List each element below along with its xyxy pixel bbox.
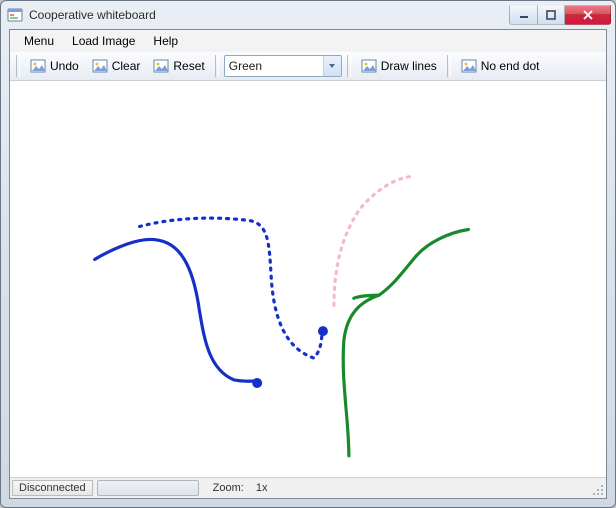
- end-dot: [252, 378, 262, 388]
- end-dot-label: No end dot: [481, 59, 540, 73]
- zoom-label: Zoom:: [213, 482, 244, 494]
- menu-menu[interactable]: Menu: [16, 32, 62, 50]
- connection-status: Disconnected: [12, 480, 93, 496]
- resize-grip-icon: [590, 482, 604, 496]
- menubar: Menu Load Image Help: [10, 30, 606, 52]
- toolbar-separator: [16, 55, 20, 77]
- maximize-button[interactable]: [537, 5, 565, 25]
- end-dot-button[interactable]: No end dot: [456, 55, 545, 77]
- maximize-icon: [546, 10, 556, 20]
- chevron-down-icon: [328, 62, 336, 70]
- image-icon: [30, 58, 46, 74]
- toolbar: Undo Clear Reset Green: [10, 52, 606, 81]
- close-icon: [582, 10, 594, 20]
- color-select-value: Green: [225, 59, 323, 73]
- minimize-button[interactable]: [509, 5, 537, 25]
- color-select-button[interactable]: [323, 56, 341, 76]
- whiteboard-canvas[interactable]: [10, 81, 606, 478]
- statusbar: Disconnected Zoom: 1x: [10, 477, 606, 498]
- minimize-icon: [519, 10, 529, 20]
- clear-label: Clear: [112, 59, 141, 73]
- client-area: Menu Load Image Help Undo Clear: [9, 29, 607, 499]
- stroke: [379, 229, 469, 295]
- progress-bar: [97, 480, 199, 496]
- toolbar-separator: [447, 55, 451, 77]
- toolbar-separator: [347, 55, 351, 77]
- close-button[interactable]: [565, 5, 611, 25]
- stroke: [95, 239, 255, 381]
- titlebar[interactable]: Cooperative whiteboard: [1, 1, 615, 29]
- stroke: [140, 218, 322, 358]
- undo-label: Undo: [50, 59, 79, 73]
- app-icon: [7, 7, 23, 23]
- image-icon: [461, 58, 477, 74]
- toolbar-separator: [215, 55, 219, 77]
- image-icon: [92, 58, 108, 74]
- drawing-svg: [10, 81, 606, 478]
- stroke: [343, 295, 379, 455]
- color-select[interactable]: Green: [224, 55, 342, 77]
- draw-mode-button[interactable]: Draw lines: [356, 55, 442, 77]
- reset-label: Reset: [173, 59, 204, 73]
- app-window: Cooperative whiteboard Menu Load Image H…: [0, 0, 616, 508]
- clear-button[interactable]: Clear: [87, 55, 146, 77]
- end-dot: [318, 326, 328, 336]
- resize-grip[interactable]: [588, 480, 604, 496]
- zoom-value: 1x: [256, 482, 268, 494]
- window-title: Cooperative whiteboard: [29, 8, 509, 22]
- menu-load-image[interactable]: Load Image: [64, 32, 143, 50]
- image-icon: [153, 58, 169, 74]
- window-controls: [509, 5, 611, 25]
- undo-button[interactable]: Undo: [25, 55, 84, 77]
- menu-help[interactable]: Help: [145, 32, 186, 50]
- stroke: [334, 176, 414, 305]
- reset-button[interactable]: Reset: [148, 55, 209, 77]
- draw-mode-label: Draw lines: [381, 59, 437, 73]
- image-icon: [361, 58, 377, 74]
